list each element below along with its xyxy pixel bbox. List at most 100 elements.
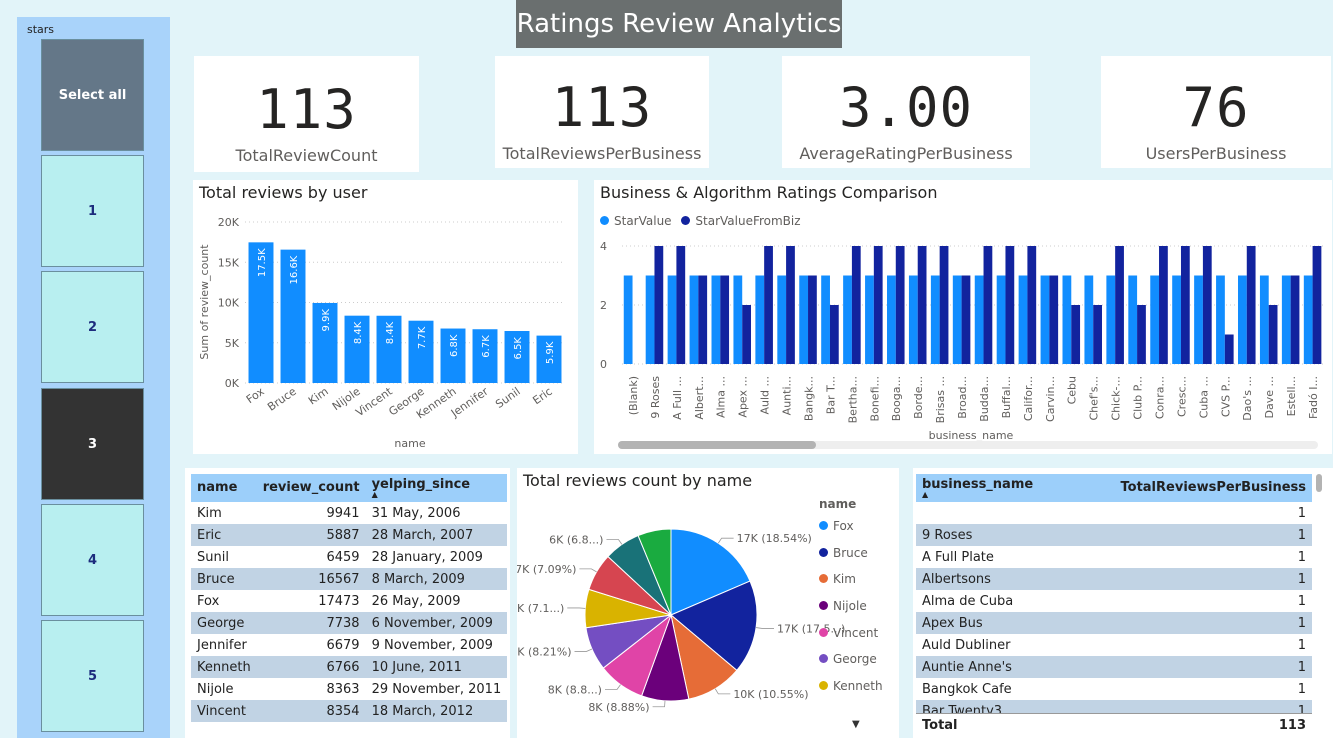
legend-label: Bruce bbox=[833, 545, 868, 560]
slicer-button-3[interactable]: 3 bbox=[41, 388, 144, 500]
column-header-name[interactable]: name bbox=[191, 474, 257, 503]
bar-star-value bbox=[1303, 275, 1313, 364]
cell-yelping-since: 29 November, 2011 bbox=[371, 681, 502, 697]
bar-star-value-from-biz bbox=[1159, 246, 1168, 364]
slicer-button-1[interactable]: 1 bbox=[41, 155, 144, 267]
table-row[interactable]: 1 bbox=[916, 502, 1312, 524]
bar-data-label: 6.7K bbox=[481, 335, 492, 358]
table-row[interactable]: Alma de Cuba 1 bbox=[916, 590, 1312, 612]
bar-star-value bbox=[733, 275, 743, 364]
bar-star-value-from-biz bbox=[742, 305, 751, 364]
reviews-by-user-chart: Total reviews by user 20K 15K 10K 5K 0K Sum o… bbox=[193, 180, 578, 454]
x-tick-label: Chick-... bbox=[1110, 376, 1123, 421]
x-tick-label: Broad... bbox=[956, 376, 969, 419]
legend-item[interactable]: Nijole bbox=[819, 599, 883, 626]
table-row[interactable]: Kenneth 6766 10 June, 2011 bbox=[191, 656, 508, 678]
table-row[interactable]: Kim 9941 31 May, 2006 bbox=[191, 502, 507, 524]
bar-star-value-from-biz bbox=[1268, 305, 1278, 364]
bar-star-value-from-biz bbox=[873, 246, 883, 364]
x-axis-title: name bbox=[394, 437, 425, 450]
table-row[interactable]: 9 Roses 1 bbox=[916, 524, 1312, 546]
table-row[interactable]: Fox 17473 26 May, 2009 bbox=[191, 590, 507, 612]
legend-item[interactable]: Kim bbox=[819, 572, 883, 599]
scrollbar-thumb[interactable] bbox=[618, 441, 816, 449]
cell-yelping-since: 8 March, 2009 bbox=[365, 568, 508, 590]
y-tick-label: 10K bbox=[218, 297, 240, 310]
cell-business-name: Auld Dubliner bbox=[922, 637, 1011, 653]
cell-yelping-since: 31 May, 2006 bbox=[371, 505, 461, 521]
column-header-yelping-since[interactable]: yelping_since ▲ bbox=[365, 474, 508, 503]
x-tick-label: Apex ... bbox=[737, 376, 750, 418]
bar-star-value bbox=[887, 275, 896, 364]
x-tick-label: Auld ... bbox=[759, 376, 772, 415]
bar-star-value-from-biz bbox=[654, 246, 664, 364]
cell-total-reviews: 1 bbox=[1297, 637, 1306, 653]
x-tick-label: Sunil bbox=[493, 385, 523, 411]
slicer-button-2[interactable]: 2 bbox=[41, 271, 144, 383]
cell-review-count: 9941 bbox=[326, 505, 360, 521]
table-row[interactable]: Nijole 8363 29 November, 2011 bbox=[191, 678, 507, 700]
bar-star-value-from-biz bbox=[1180, 246, 1190, 364]
x-tick-label: Bruce bbox=[265, 385, 299, 414]
x-tick-label: CVS P... bbox=[1219, 376, 1232, 417]
legend-item[interactable]: Vincent bbox=[819, 626, 883, 653]
bar-data-label: 9.9K bbox=[321, 309, 332, 332]
table-row[interactable]: Vincent 8354 18 March, 2012 bbox=[191, 700, 508, 722]
cell-yelping-since: 28 January, 2009 bbox=[371, 549, 483, 565]
column-header-review-count[interactable]: review_count bbox=[256, 474, 366, 503]
pie-leader-line bbox=[604, 684, 621, 690]
cell-name: George bbox=[191, 612, 257, 634]
legend-scroll-down-icon[interactable]: ▼ bbox=[852, 719, 860, 730]
table-row[interactable]: Jennifer 6679 9 November, 2009 bbox=[191, 634, 507, 656]
table-row[interactable]: Albertsons 1 bbox=[916, 568, 1312, 590]
legend-item[interactable]: Fox bbox=[819, 519, 883, 546]
kpi-card-average-rating: 3.00 AverageRatingPerBusiness bbox=[782, 56, 1030, 168]
reviews-pie-chart: Total reviews count by name 17K (18.54%)… bbox=[517, 468, 899, 738]
legend-item[interactable]: Bruce bbox=[819, 546, 883, 573]
slicer-select-all-button[interactable]: Select all bbox=[41, 39, 144, 151]
cell-name: Kim bbox=[197, 505, 222, 521]
slicer-button-5[interactable]: 5 bbox=[41, 620, 144, 732]
cell-review-count: 6766 bbox=[256, 656, 366, 678]
legend-dot-icon bbox=[819, 521, 828, 530]
pie-data-label: 8K (8.88%) bbox=[588, 701, 649, 714]
bar-star-value bbox=[843, 275, 852, 364]
slicer-button-4[interactable]: 4 bbox=[41, 504, 144, 616]
table-row[interactable]: Sunil 6459 28 January, 2009 bbox=[191, 546, 507, 568]
table-row[interactable]: Apex Bus 1 bbox=[916, 612, 1312, 634]
bar-star-value bbox=[821, 275, 830, 364]
table-row[interactable]: Bruce 16567 8 March, 2009 bbox=[191, 568, 508, 590]
pie-legend-title: name bbox=[819, 497, 857, 511]
vertical-scrollbar[interactable] bbox=[1316, 474, 1322, 492]
stars-slicer: stars Select all 1 2 3 4 5 bbox=[17, 17, 170, 738]
cell-business-name: Apex Bus bbox=[916, 612, 1115, 634]
y-tick-label: 0 bbox=[600, 358, 607, 371]
horizontal-scrollbar[interactable] bbox=[618, 441, 1318, 449]
bar-star-value-from-biz bbox=[1290, 275, 1300, 364]
bar-star-value bbox=[777, 275, 787, 364]
column-header-total-reviews[interactable]: TotalReviewsPerBusiness bbox=[1114, 474, 1312, 503]
cell-business-name: Alma de Cuba bbox=[922, 593, 1014, 609]
bar-data-label: 7.7K bbox=[417, 326, 428, 349]
table-row[interactable]: A Full Plate 1 bbox=[916, 546, 1312, 568]
column-header-business-name[interactable]: business_name ▲ bbox=[916, 474, 1115, 503]
cell-name: Nijole bbox=[197, 681, 234, 697]
table-row[interactable]: Eric 5887 28 March, 2007 bbox=[191, 524, 508, 546]
x-tick-label: Cresc... bbox=[1175, 376, 1188, 417]
table-row[interactable]: Auld Dubliner 1 bbox=[916, 634, 1312, 656]
x-tick-label: Buffal... bbox=[1000, 376, 1013, 418]
legend-item[interactable]: Kenneth bbox=[819, 679, 883, 706]
cell-total-reviews: 1 bbox=[1114, 524, 1312, 546]
kpi-card-users-per-business: 76 UsersPerBusiness bbox=[1101, 56, 1331, 168]
business-table: business_name ▲ TotalReviewsPerBusiness 1… bbox=[916, 474, 1312, 722]
x-tick-label: 9 Roses bbox=[649, 376, 662, 419]
cell-business-name: Albertsons bbox=[916, 568, 1115, 590]
table-row[interactable]: Bangkok Cafe 1 bbox=[916, 678, 1312, 700]
bar-star-value bbox=[645, 275, 655, 364]
table-row[interactable]: George 7738 6 November, 2009 bbox=[191, 612, 508, 634]
y-tick-label: 15K bbox=[218, 256, 240, 269]
table-row[interactable]: Auntie Anne's 1 bbox=[916, 656, 1312, 678]
bar-star-value bbox=[865, 275, 874, 364]
bar-star-value-from-biz bbox=[1115, 246, 1124, 364]
legend-item[interactable]: George bbox=[819, 652, 883, 679]
